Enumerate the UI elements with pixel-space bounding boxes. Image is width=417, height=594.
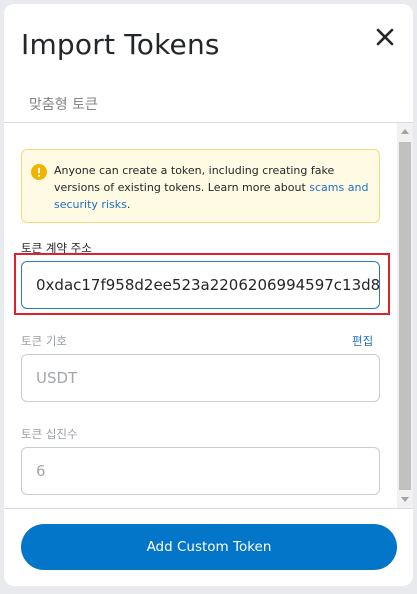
token-decimals-input[interactable]: 6	[21, 447, 380, 495]
scrollbar[interactable]	[397, 123, 413, 508]
warning-message: Anyone can create a token, including cre…	[54, 164, 335, 194]
token-decimals-label: 토큰 십진수	[21, 427, 78, 441]
token-decimals-value: 6	[36, 462, 46, 480]
warning-suffix: .	[126, 198, 131, 211]
warning-text: Anyone can create a token, including cre…	[54, 162, 374, 213]
footer-divider	[4, 508, 413, 509]
token-symbol-value: USDT	[36, 369, 78, 387]
scroll-down-icon[interactable]	[401, 497, 409, 502]
edit-symbol-link[interactable]: 편집	[352, 333, 373, 349]
warning-banner: Anyone can create a token, including cre…	[21, 149, 380, 223]
contract-address-value: 0xdac17f958d2ee523a2206206994597c13d831e…	[36, 276, 380, 294]
scroll-thumb[interactable]	[399, 142, 411, 490]
contract-address-input[interactable]: 0xdac17f958d2ee523a2206206994597c13d831e…	[21, 261, 380, 309]
info-icon	[31, 164, 47, 180]
tab-custom-token[interactable]: 맞춤형 토큰	[29, 94, 98, 114]
page-title: Import Tokens	[21, 28, 220, 61]
token-symbol-label: 토큰 기호	[21, 334, 67, 348]
add-custom-token-button[interactable]: Add Custom Token	[21, 524, 397, 570]
import-tokens-modal: Import Tokens 맞춤형 토큰 Anyone can create a…	[4, 4, 413, 586]
scroll-up-icon[interactable]	[401, 129, 409, 134]
token-symbol-input[interactable]: USDT	[21, 354, 380, 402]
form-scroll-area[interactable]: Anyone can create a token, including cre…	[4, 123, 413, 508]
close-icon[interactable]	[374, 26, 396, 48]
